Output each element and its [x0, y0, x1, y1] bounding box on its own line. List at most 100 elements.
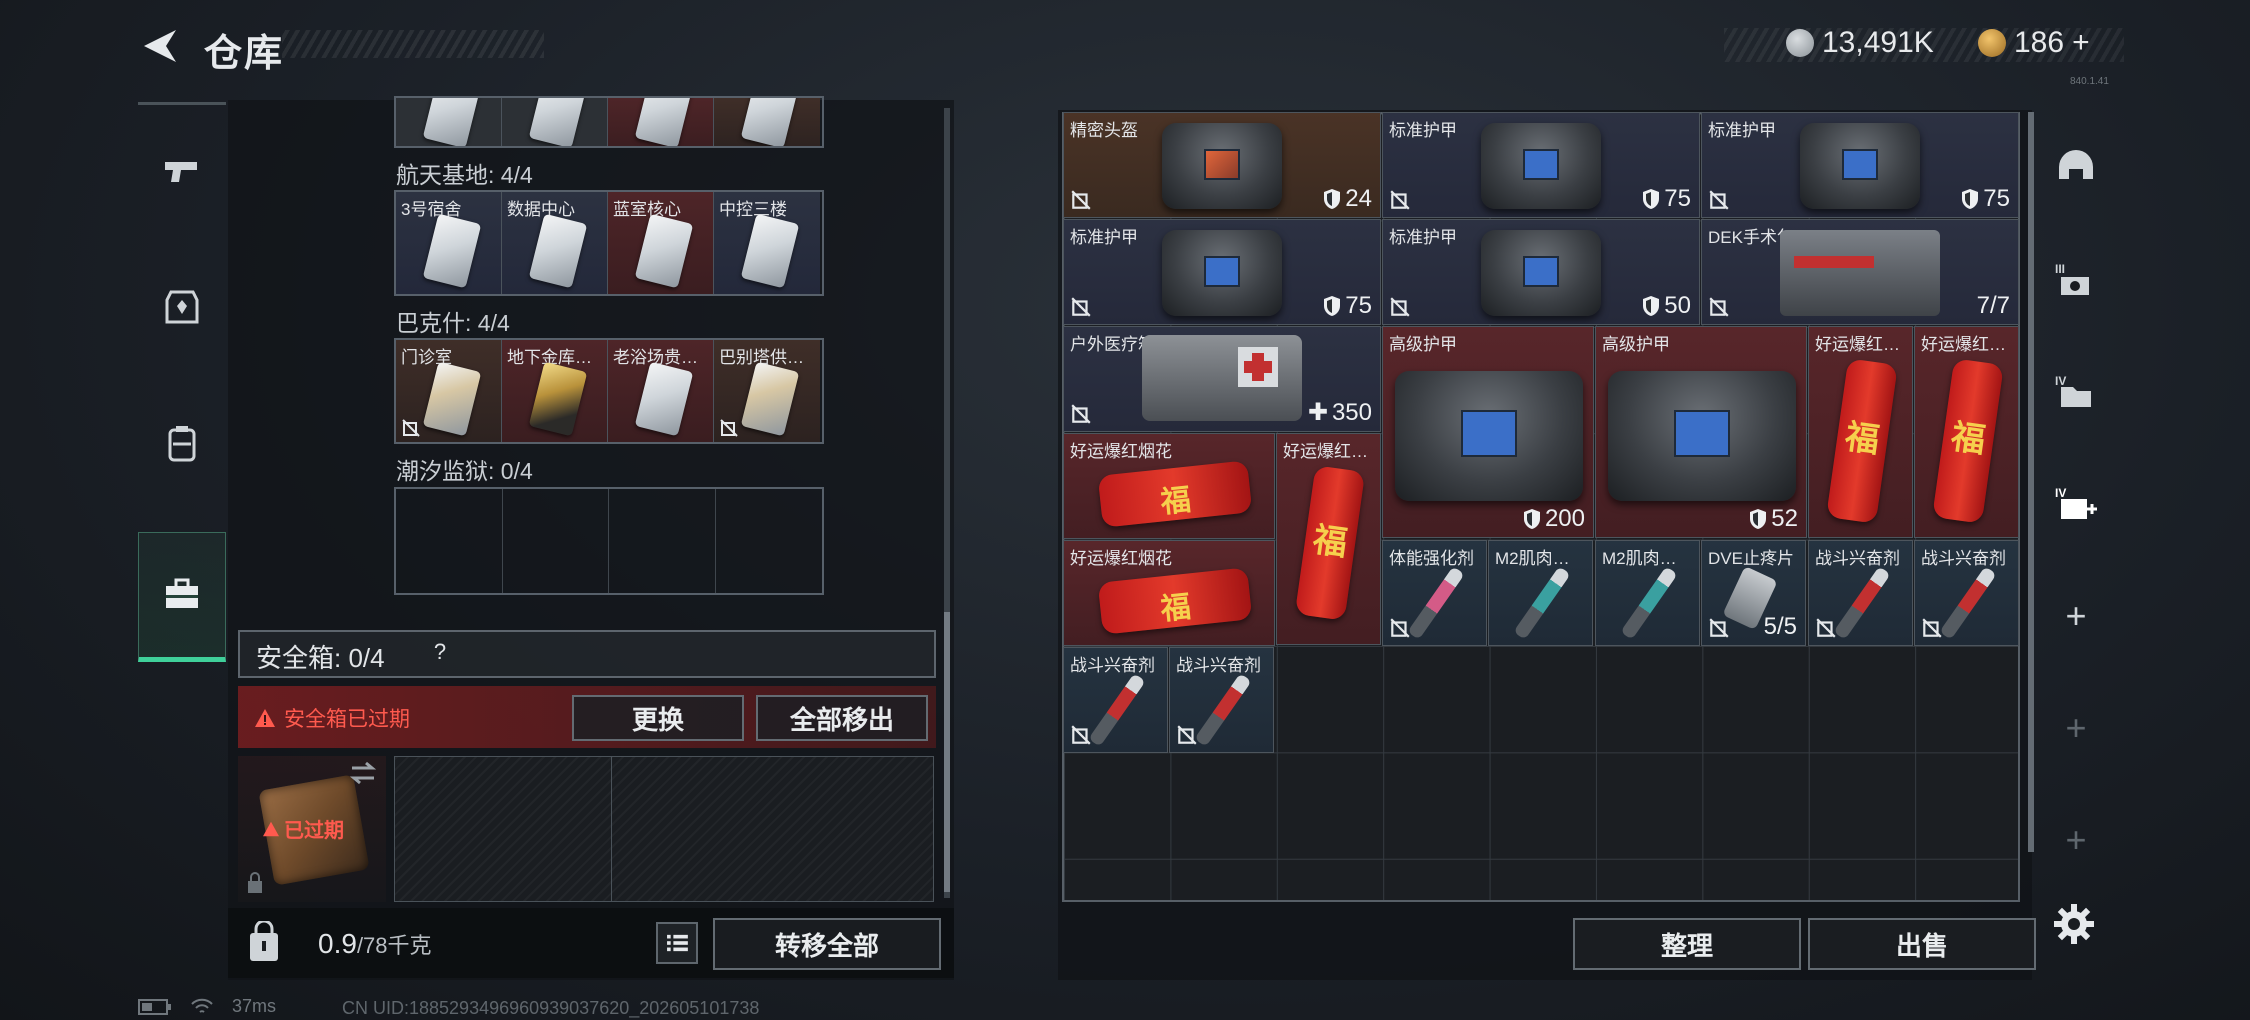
keycard-group-label: 潮汐监狱: 0/4: [396, 458, 533, 484]
advanced-armor-bag-image: [1608, 371, 1796, 501]
safe-box-warning-text: 安全箱已过期: [284, 708, 410, 731]
inventory-item[interactable]: 战斗兴奋剂: [1169, 647, 1274, 753]
no-sell-icon: [720, 419, 738, 437]
inventory-item[interactable]: 标准护甲 75: [1063, 219, 1381, 325]
inventory-item[interactable]: 战斗兴奋剂: [1808, 540, 1913, 646]
helmet-icon: [2059, 150, 2093, 179]
add-stash-tab[interactable]: +: [2040, 790, 2112, 890]
item-name: 体能强化剂: [1389, 549, 1474, 568]
inventory-item[interactable]: 户外医疗箱 ✚ 350: [1063, 326, 1381, 432]
item-durability: 75: [1642, 185, 1691, 213]
empty-keycard-slot[interactable]: [503, 489, 609, 593]
empty-keycard-slot[interactable]: [396, 489, 503, 593]
inventory-item[interactable]: DVE止疼片 5/5: [1701, 540, 1806, 646]
silver-amount: 13,491K: [1822, 26, 1934, 59]
keycard-slot[interactable]: 中控三楼: [714, 192, 820, 294]
inventory-item[interactable]: 好运爆红… 福: [1914, 326, 2019, 538]
help-button[interactable]: ?: [426, 639, 454, 667]
inventory-item[interactable]: DEK手术包 7/7: [1701, 219, 2019, 325]
sort-button[interactable]: 整理: [1573, 918, 1801, 970]
item-name: M2肌肉…: [1495, 549, 1570, 568]
inventory-item[interactable]: M2肌肉…: [1595, 540, 1700, 646]
keycard-slot[interactable]: 蓝室核心: [608, 192, 714, 294]
warning-icon: [263, 821, 279, 836]
keycard-slot[interactable]: [396, 98, 502, 146]
empty-keycard-slot[interactable]: [716, 489, 823, 593]
keycard-slot[interactable]: 老浴场贵…: [608, 340, 714, 442]
stash-tab-3[interactable]: III: [2040, 230, 2112, 330]
keycard-name: 蓝室核心: [613, 200, 681, 219]
inventory-item[interactable]: M2肌肉…: [1488, 540, 1593, 646]
keycard-slot[interactable]: 3号宿舍: [396, 192, 502, 294]
item-name: 战斗兴奋剂: [1070, 656, 1155, 675]
inventory-item[interactable]: 标准护甲 50: [1382, 219, 1700, 325]
keycard-slot[interactable]: [608, 98, 714, 146]
gold-currency[interactable]: 186 +: [1978, 26, 2090, 60]
keycard-slot[interactable]: 地下金库…: [502, 340, 608, 442]
inventory-item[interactable]: 好运爆红… 福: [1276, 433, 1381, 645]
add-stash-tab[interactable]: +: [2040, 678, 2112, 778]
add-stash-tab[interactable]: +: [2040, 566, 2112, 666]
item-durability: 75: [1323, 292, 1372, 320]
item-durability: 200: [1523, 505, 1585, 533]
gear-icon[interactable]: [2050, 900, 2098, 948]
pistol-icon: [165, 162, 197, 182]
inventory-item[interactable]: 好运爆红烟花 福: [1063, 433, 1275, 539]
item-name: 好运爆红…: [1283, 442, 1368, 461]
keycard-image: [422, 361, 482, 437]
inventory-item[interactable]: 精密头盔 24: [1063, 112, 1381, 218]
stash-tab-4[interactable]: IV: [2040, 342, 2112, 442]
stash-tab-4-medical[interactable]: IV: [2040, 454, 2112, 554]
inventory-item[interactable]: 高级护甲 52: [1595, 326, 1807, 538]
inventory-item[interactable]: 战斗兴奋剂: [1914, 540, 2019, 646]
item-name: 战斗兴奋剂: [1815, 549, 1900, 568]
keycard-slot[interactable]: 数据中心: [502, 192, 608, 294]
weight-max: /78千克: [356, 933, 432, 958]
nav-armor[interactable]: [138, 242, 226, 372]
list-view-icon[interactable]: [656, 922, 698, 964]
nav-backpack[interactable]: [138, 378, 226, 508]
backpack-icon: [168, 426, 196, 462]
backpack-lock-icon[interactable]: [246, 921, 282, 963]
swap-icon[interactable]: [348, 760, 378, 786]
inventory-item[interactable]: 高级护甲 200: [1382, 326, 1594, 538]
move-all-out-button[interactable]: 全部移出: [756, 695, 928, 741]
replace-button[interactable]: 更换: [572, 695, 744, 741]
left-scrollbar-thumb[interactable]: [944, 612, 950, 892]
back-arrow-icon[interactable]: [136, 26, 182, 66]
safe-box-cells: [394, 756, 934, 902]
keycard-slot[interactable]: 门诊室: [396, 340, 502, 442]
inventory-item[interactable]: 体能强化剂: [1382, 540, 1487, 646]
inventory-item[interactable]: 好运爆红烟花 福: [1063, 540, 1275, 646]
keycard-slot[interactable]: 巴别塔供…: [714, 340, 820, 442]
item-name: 高级护甲: [1602, 335, 1670, 354]
stash-tab-equipped[interactable]: [2040, 118, 2112, 218]
stash-tab-4-icon: IV: [2055, 374, 2091, 407]
firework-image: 福: [1097, 567, 1253, 635]
title-stripe: [282, 30, 544, 58]
add-gold-button[interactable]: +: [2072, 26, 2090, 60]
armor-bag-image: [1162, 230, 1282, 316]
right-scrollbar-thumb[interactable]: [2028, 112, 2034, 852]
syringe-image: [1939, 566, 1997, 640]
nav-weapons[interactable]: [138, 106, 226, 236]
inventory-item[interactable]: 标准护甲 75: [1382, 112, 1700, 218]
ping-label: 37ms: [232, 996, 277, 1016]
shield-icon: [1750, 509, 1767, 529]
transfer-all-button[interactable]: 转移全部: [713, 918, 941, 970]
inventory-item[interactable]: 标准护甲 75: [1701, 112, 2019, 218]
empty-keycard-slot[interactable]: [609, 489, 716, 593]
nav-toolbox[interactable]: [138, 532, 226, 662]
keycard-slot[interactable]: [714, 98, 820, 146]
page-title: 仓库: [204, 33, 285, 75]
armor-bag-image: [1481, 123, 1601, 209]
inventory-item[interactable]: 好运爆红… 福: [1808, 326, 1913, 538]
shield-icon: [1643, 296, 1660, 316]
silver-currency: 13,491K: [1786, 26, 1934, 60]
left-nav: [138, 102, 226, 672]
version-label: 840.1.41: [2070, 76, 2109, 87]
no-sell-icon: [1390, 190, 1410, 210]
inventory-item[interactable]: 战斗兴奋剂: [1063, 647, 1168, 753]
sell-button[interactable]: 出售: [1808, 918, 2036, 970]
keycard-slot[interactable]: [502, 98, 608, 146]
